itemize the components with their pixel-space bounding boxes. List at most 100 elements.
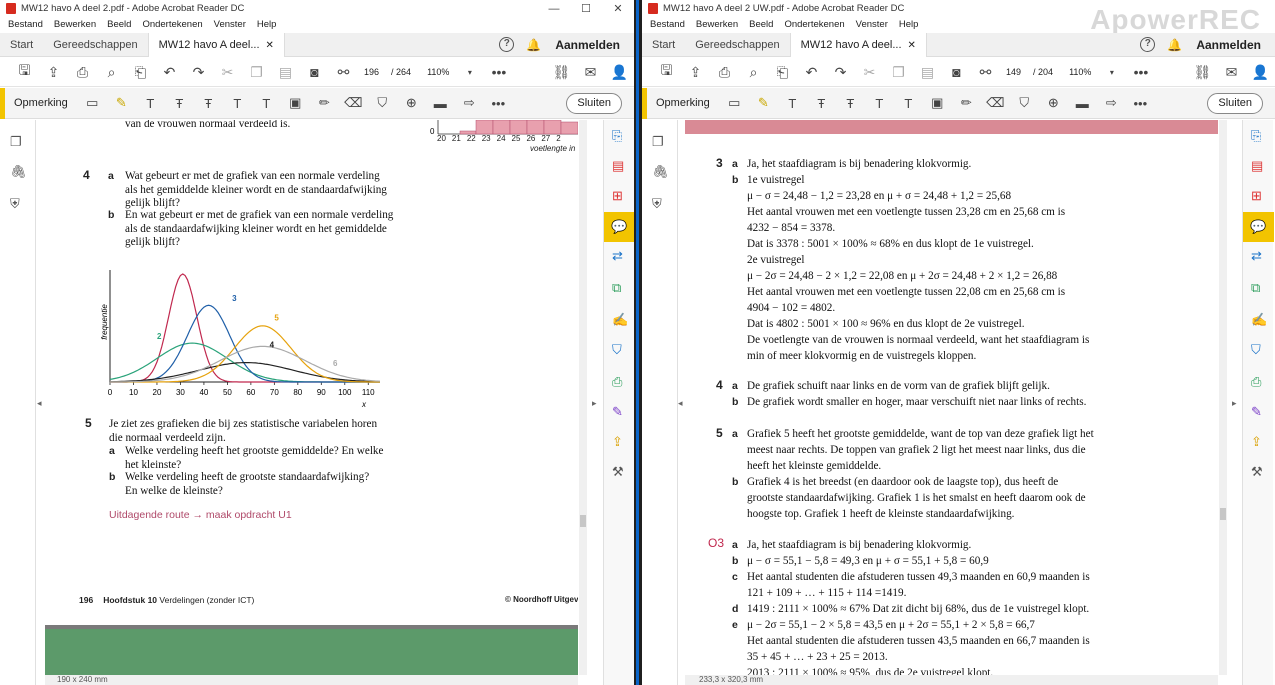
save-icon[interactable]: 🖫 (10, 60, 39, 84)
close-comment-button[interactable]: Sluiten (566, 93, 622, 114)
menu-beeld[interactable]: Beeld (749, 19, 773, 30)
attach-icon[interactable]: ⊕ (1039, 95, 1068, 111)
link-icon[interactable]: ⛓ (1188, 64, 1217, 81)
chevron-down-icon[interactable]: ▾ (455, 68, 484, 77)
more-comment-icon[interactable]: ••• (484, 96, 513, 111)
print-icon[interactable]: ⎙ (68, 64, 97, 81)
print-icon[interactable]: ⎙ (710, 64, 739, 81)
tab-document[interactable]: MW12 havo A deel... ✕ (147, 32, 285, 57)
file-search-icon[interactable]: ⎗ (126, 64, 155, 81)
menu-bestand[interactable]: Bestand (650, 19, 685, 30)
snapshot-icon[interactable]: ◙ (942, 64, 971, 80)
undo-icon[interactable]: ↶ (155, 64, 184, 81)
more-icon[interactable]: ••• (484, 64, 513, 80)
page-number-field[interactable]: 149 (1006, 67, 1021, 77)
text-insert-icon[interactable]: T (223, 96, 252, 111)
next-page-arrow-icon[interactable]: ▸ (1232, 398, 1237, 409)
route-link[interactable]: Uitdagende route → maak opdracht U1 (109, 509, 292, 521)
text-replace-icon[interactable]: Ŧ (194, 96, 223, 111)
sticky-note-icon[interactable]: ▭ (78, 95, 107, 111)
next-page-arrow-icon[interactable]: ▸ (592, 398, 597, 409)
undo-icon[interactable]: ↶ (797, 64, 826, 81)
upload-icon[interactable]: ⇪ (39, 64, 68, 81)
arrow-icon[interactable]: ⇨ (455, 95, 484, 111)
copy-icon[interactable]: ❐ (884, 64, 913, 81)
document-view[interactable]: van de vrouwen normaal verdeeld is. 0 20… (45, 120, 578, 675)
chevron-down-icon[interactable]: ▾ (1097, 68, 1126, 77)
eraser-icon[interactable]: ⌫ (339, 95, 368, 111)
stamp-icon[interactable]: ⛉ (368, 95, 397, 111)
send-icon[interactable]: ⇪ (612, 434, 623, 450)
edit-pdf-icon[interactable]: ✎ (1251, 404, 1262, 420)
stamp-icon[interactable]: ⛉ (1010, 95, 1039, 111)
menu-ondertekenen[interactable]: Ondertekenen (142, 19, 202, 30)
edit-pdf-icon[interactable]: ✎ (612, 404, 623, 420)
lock-icon[interactable]: ⛨ (10, 196, 20, 212)
zoom-select[interactable]: 110% (1069, 67, 1091, 77)
combine-icon[interactable]: ⇄ (1251, 248, 1262, 264)
organize-pages-icon[interactable]: ▤ (1251, 158, 1263, 174)
signin-button[interactable]: Aanmelden (555, 38, 620, 52)
search-icon[interactable]: ⌕ (739, 64, 768, 81)
menu-help[interactable]: Help (257, 19, 277, 30)
lock-icon[interactable]: ⛨ (652, 196, 662, 212)
more-icon[interactable]: ••• (1126, 64, 1155, 80)
vertical-scrollbar[interactable] (1219, 120, 1227, 675)
menu-bewerken[interactable]: Bewerken (696, 19, 738, 30)
search-icon[interactable]: ⌕ (97, 64, 126, 81)
bell-icon[interactable]: 🔔 (526, 38, 541, 52)
tab-document[interactable]: MW12 havo A deel... ✕ (789, 32, 927, 57)
pages-icon[interactable]: ❐ (652, 134, 664, 150)
text-insert-icon[interactable]: T (865, 96, 894, 111)
mail-icon[interactable]: ✉ (1217, 64, 1246, 81)
upload-icon[interactable]: ⇪ (681, 64, 710, 81)
menu-bestand[interactable]: Bestand (8, 19, 43, 30)
attachment-icon[interactable]: 🖇 (10, 164, 27, 180)
fill-sign-icon[interactable]: ✍ (1251, 312, 1267, 328)
create-pdf-icon[interactable]: ⊞ (612, 188, 623, 204)
redo-icon[interactable]: ↷ (826, 64, 855, 81)
add-user-icon[interactable]: 👤 (605, 64, 634, 81)
protect-icon[interactable]: ⛉ (612, 342, 622, 358)
attach-icon[interactable]: ⊕ (397, 95, 426, 111)
close-comment-button[interactable]: Sluiten (1207, 93, 1263, 114)
text-replace-icon[interactable]: Ŧ (836, 96, 865, 111)
close-window-button[interactable]: ✕ (602, 2, 634, 15)
pages-icon[interactable]: ❐ (10, 134, 22, 150)
bell-icon[interactable]: 🔔 (1167, 38, 1182, 52)
link-icon[interactable]: ⛓ (547, 64, 576, 81)
redo-icon[interactable]: ↷ (184, 64, 213, 81)
menu-ondertekenen[interactable]: Ondertekenen (784, 19, 844, 30)
scan-icon[interactable]: ⎙ (612, 374, 622, 390)
scroll-thumb[interactable] (1220, 508, 1226, 520)
combine-icon[interactable]: ⇄ (612, 248, 623, 264)
compare-icon[interactable]: ⧉ (1251, 280, 1260, 296)
clipboard-icon[interactable]: ▤ (913, 64, 942, 81)
snapshot-icon[interactable]: ◙ (300, 64, 329, 80)
save-icon[interactable]: 🖫 (652, 60, 681, 84)
vertical-scrollbar[interactable] (579, 120, 587, 675)
text-underline-icon[interactable]: T (778, 96, 807, 111)
text-strike-icon[interactable]: Ŧ (807, 96, 836, 111)
export-pdf-icon[interactable]: ⎘ (1251, 128, 1261, 144)
text-box-icon[interactable]: ▣ (281, 95, 310, 111)
text-box-icon[interactable]: ▣ (923, 95, 952, 111)
binoculars-icon[interactable]: ⚯ (329, 64, 358, 81)
menu-venster[interactable]: Venster (856, 19, 888, 30)
maximize-button[interactable]: ☐ (570, 2, 602, 15)
more-tools-icon[interactable]: ⚒ (1251, 464, 1263, 480)
binoculars-icon[interactable]: ⚯ (971, 64, 1000, 81)
more-tools-icon[interactable]: ⚒ (612, 464, 624, 480)
cut-icon[interactable]: ✂ (213, 64, 242, 81)
page-number-field[interactable]: 196 (364, 67, 379, 77)
send-icon[interactable]: ⇪ (1251, 434, 1262, 450)
protect-icon[interactable]: ⛉ (1251, 342, 1261, 358)
menu-help[interactable]: Help (899, 19, 919, 30)
help-icon[interactable]: ? (499, 37, 515, 52)
clipboard-icon[interactable]: ▤ (271, 64, 300, 81)
fill-sign-icon[interactable]: ✍ (612, 312, 628, 328)
prev-page-arrow-icon[interactable]: ◂ (678, 398, 683, 409)
attachment-icon[interactable]: 🖇 (652, 164, 669, 180)
more-comment-icon[interactable]: ••• (1126, 96, 1155, 111)
scroll-thumb[interactable] (580, 515, 586, 527)
